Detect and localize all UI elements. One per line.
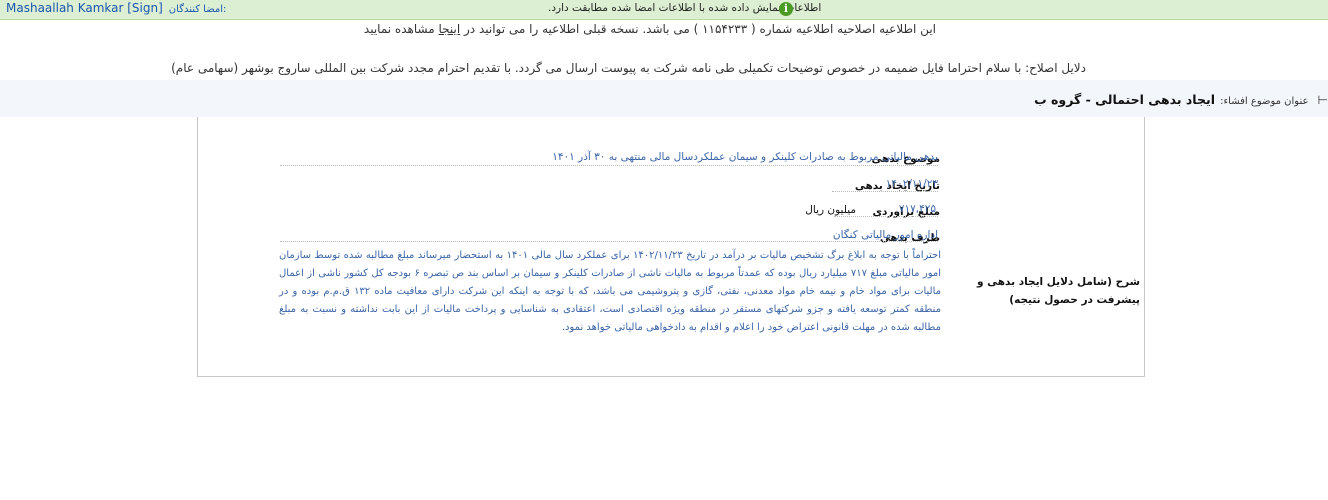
debt-description-value: احتراماً با توجه به ابلاغ برگ تشخیص مالی… xyxy=(279,250,941,333)
correction-suffix: مشاهده نمایید xyxy=(363,22,435,36)
signature-bar: Mashaallah Kamkar [Sign] امضا کنندگان: اط… xyxy=(0,0,1328,20)
divider xyxy=(280,165,938,166)
debt-date-value: ۱۴۰۲/۱۱/۲۳ xyxy=(885,178,938,190)
debt-party-value: اداره امور مالیاتی کنگان xyxy=(832,229,938,241)
correction-reasons: دلایل اصلاح: با سلام احتراما فایل ضمیمه … xyxy=(171,61,1086,75)
debt-amount-unit-cell: میلیون ریال xyxy=(805,198,856,217)
debt-amount-unit: میلیون ریال xyxy=(805,204,856,216)
divider xyxy=(832,191,938,192)
debt-party-value-cell: اداره امور مالیاتی کنگان xyxy=(833,223,938,242)
debt-description-label: شرح (شامل دلایل ایجاد بدهی و پیشرفت در ح… xyxy=(976,276,1140,306)
debt-amount-value: ۷۱۷,۴۲۵ xyxy=(898,203,936,215)
debt-subject-value: بدهی مالیاتی مربوط به صادرات کلینکر و سی… xyxy=(552,151,938,163)
debt-date-value-cell: ۱۴۰۲/۱۱/۲۳ xyxy=(886,172,938,191)
previous-version-link[interactable]: اینجا xyxy=(438,22,460,36)
disclosure-subject-label: عنوان موضوع افشاء: xyxy=(1220,96,1309,107)
disclosure-subject-value: ایجاد بدهی احتمالی - گروه ب xyxy=(1034,92,1215,107)
correction-notice: این اطلاعیه اصلاحیه اطلاعیه شماره ( ۱۱۵۴… xyxy=(364,22,936,36)
signers: Mashaallah Kamkar [Sign] امضا کنندگان: xyxy=(6,1,226,15)
disclosure-subject-bar: ⊣ عنوان موضوع افشاء: ایجاد بدهی احتمالی … xyxy=(0,80,1328,117)
correction-prefix: این اطلاعیه اصلاحیه اطلاعیه شماره ( ۱۱۵۴… xyxy=(464,22,936,36)
signers-label: امضا کنندگان: xyxy=(168,4,227,15)
divider xyxy=(280,241,938,242)
bullet-icon: ⊣ xyxy=(1317,93,1328,107)
signer-name-link[interactable]: Mashaallah Kamkar [Sign] xyxy=(6,1,163,15)
info-icon: i xyxy=(779,2,793,16)
debt-amount-value-cell: ۷۱۷,۴۲۵ xyxy=(899,197,936,216)
divider xyxy=(834,216,938,217)
debt-details-panel: موضوع بدهی بدهی مالیاتی مربوط به صادرات … xyxy=(197,117,1145,377)
debt-subject-value-cell: بدهی مالیاتی مربوط به صادرات کلینکر و سی… xyxy=(552,145,938,164)
